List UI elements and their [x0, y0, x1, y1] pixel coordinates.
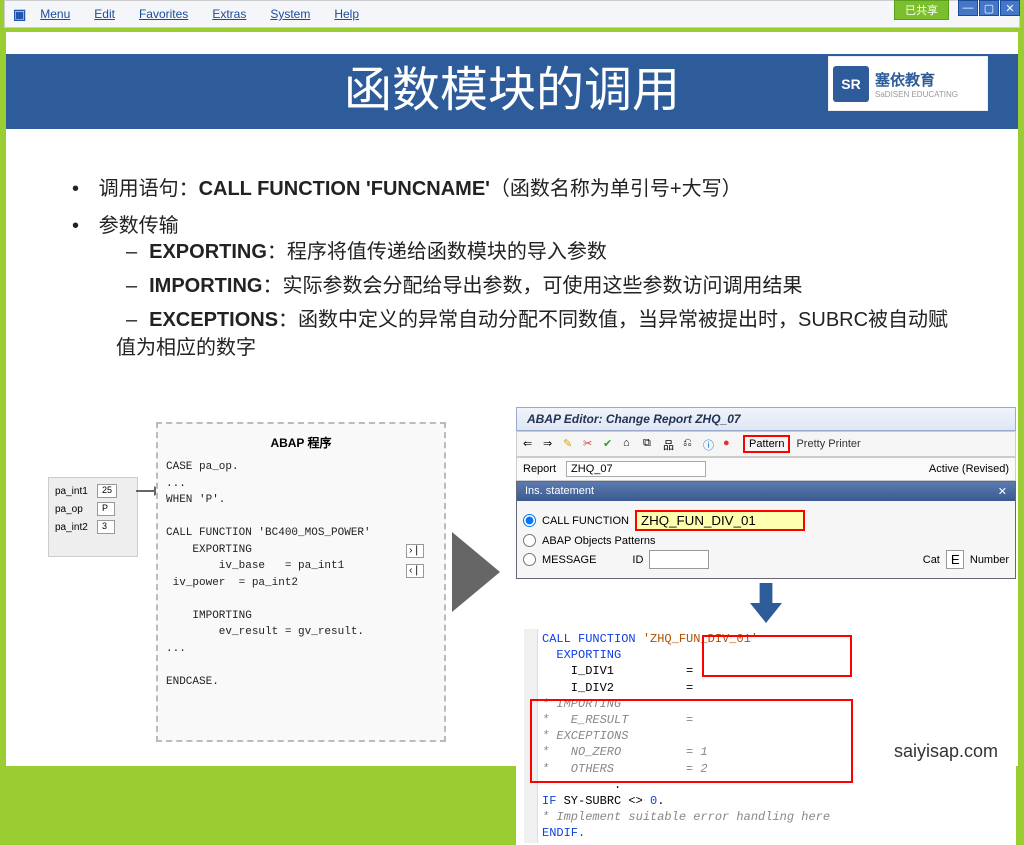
- fwd-icon[interactable]: ⇒: [543, 437, 557, 451]
- footer-brand: saiyisap.com: [894, 741, 998, 762]
- app-icon: ▣: [13, 6, 26, 23]
- msg-id-input[interactable]: [649, 550, 709, 569]
- function-name-input[interactable]: [635, 510, 805, 531]
- sap-panel: ABAP Editor: Change Report ZHQ_07 ⇐ ⇒ ✎ …: [516, 407, 1016, 845]
- in-icon: ‹❘: [406, 564, 424, 578]
- window-controls: — ▢ ✕: [957, 0, 1020, 16]
- dialog-close-icon[interactable]: ✕: [998, 485, 1007, 498]
- out-icon: ›❘: [406, 544, 424, 558]
- sub-bullet: EXCEPTIONS：函数中定义的异常自动分配不同数值，当异常被提出时，SUBR…: [116, 306, 968, 362]
- triangle-icon: [452, 532, 500, 612]
- menu-item[interactable]: Edit: [84, 5, 125, 23]
- minimize-button[interactable]: —: [958, 0, 978, 16]
- menu-bar: ▣ Menu Edit Favorites Extras System Help: [4, 0, 1020, 28]
- pattern-button[interactable]: Pattern: [743, 435, 790, 453]
- sub-bullet: IMPORTING：实际参数会分配给导出参数，可使用这些参数访问调用结果: [116, 272, 968, 300]
- opt-abap-objects[interactable]: [523, 534, 536, 547]
- abap-code-box: ABAP 程序 CASE pa_op. ... WHEN 'P'. CALL F…: [156, 422, 446, 742]
- tool-icon[interactable]: 品: [663, 437, 677, 451]
- logo-en: SaDISEN EDUCATING: [875, 90, 958, 99]
- breakpoint-icon[interactable]: ●: [723, 437, 737, 451]
- title-bar: 函数模块的调用 SR 塞依教育 SaDISEN EDUCATING: [6, 32, 1018, 152]
- insert-statement-dialog: Ins. statement✕ CALL FUNCTION ABAP Objec…: [516, 481, 1016, 579]
- sap-toolbar: ⇐ ⇒ ✎ ✂ ✔ ⌂ ⧉ 品 ⎌ ⓘ ● Pattern Pretty Pri…: [516, 431, 1016, 457]
- menu-item[interactable]: Help: [324, 5, 369, 23]
- tool-icon[interactable]: ✎: [563, 437, 577, 451]
- bullet: 参数传输 EXPORTING：程序将值传递给函数模块的导入参数 IMPORTIN…: [56, 209, 968, 362]
- abap-code: CASE pa_op. ... WHEN 'P'. CALL FUNCTION …: [166, 459, 436, 690]
- msg-cat-input[interactable]: [946, 550, 964, 569]
- menu-item[interactable]: Favorites: [129, 5, 198, 23]
- menu-item[interactable]: System: [260, 5, 320, 23]
- input-panel: pa_int125 pa_opP pa_int23: [48, 477, 138, 557]
- maximize-button[interactable]: ▢: [979, 0, 999, 16]
- slide: 函数模块的调用 SR 塞依教育 SaDISEN EDUCATING 调用语句：C…: [6, 32, 1018, 766]
- generated-code: CALL FUNCTION 'ZHQ_FUN_DIV_01' EXPORTING…: [516, 627, 1016, 845]
- big-arrow-icon: [750, 583, 782, 623]
- pretty-printer-button[interactable]: Pretty Printer: [796, 438, 860, 450]
- bullet: 调用语句：CALL FUNCTION 'FUNCNAME'（函数名称为单引号+大…: [56, 172, 968, 201]
- close-button[interactable]: ✕: [1000, 0, 1020, 16]
- tool-icon[interactable]: ⎌: [683, 437, 697, 451]
- lower-area: pa_int125 pa_opP pa_int23 ABAP 程序 CASE p…: [36, 412, 1012, 760]
- left-diagram: pa_int125 pa_opP pa_int23 ABAP 程序 CASE p…: [36, 422, 506, 752]
- logo-mark: SR: [833, 66, 869, 102]
- report-row: Report Active (Revised): [516, 457, 1016, 481]
- logo: SR 塞依教育 SaDISEN EDUCATING: [828, 56, 988, 111]
- slide-controls[interactable]: ◄ / ≡ ►: [16, 753, 53, 764]
- opt-message[interactable]: [523, 553, 536, 566]
- tool-icon[interactable]: ⌂: [623, 437, 637, 451]
- content: 调用语句：CALL FUNCTION 'FUNCNAME'（函数名称为单引号+大…: [6, 152, 1018, 362]
- menu-item[interactable]: Menu: [30, 5, 80, 23]
- back-icon[interactable]: ⇐: [523, 437, 537, 451]
- sub-bullet: EXPORTING：程序将值传递给函数模块的导入参数: [116, 238, 968, 266]
- tool-icon[interactable]: ⧉: [643, 437, 657, 451]
- logo-cn: 塞依教育: [875, 69, 958, 90]
- info-icon[interactable]: ⓘ: [703, 437, 717, 451]
- sap-editor-title: ABAP Editor: Change Report ZHQ_07: [516, 407, 1016, 431]
- share-tag: 已共享: [894, 0, 949, 20]
- tool-icon[interactable]: ✂: [583, 437, 597, 451]
- opt-call-function[interactable]: [523, 514, 536, 527]
- report-name-input[interactable]: [566, 461, 706, 477]
- menu-item[interactable]: Extras: [202, 5, 256, 23]
- tool-icon[interactable]: ✔: [603, 437, 617, 451]
